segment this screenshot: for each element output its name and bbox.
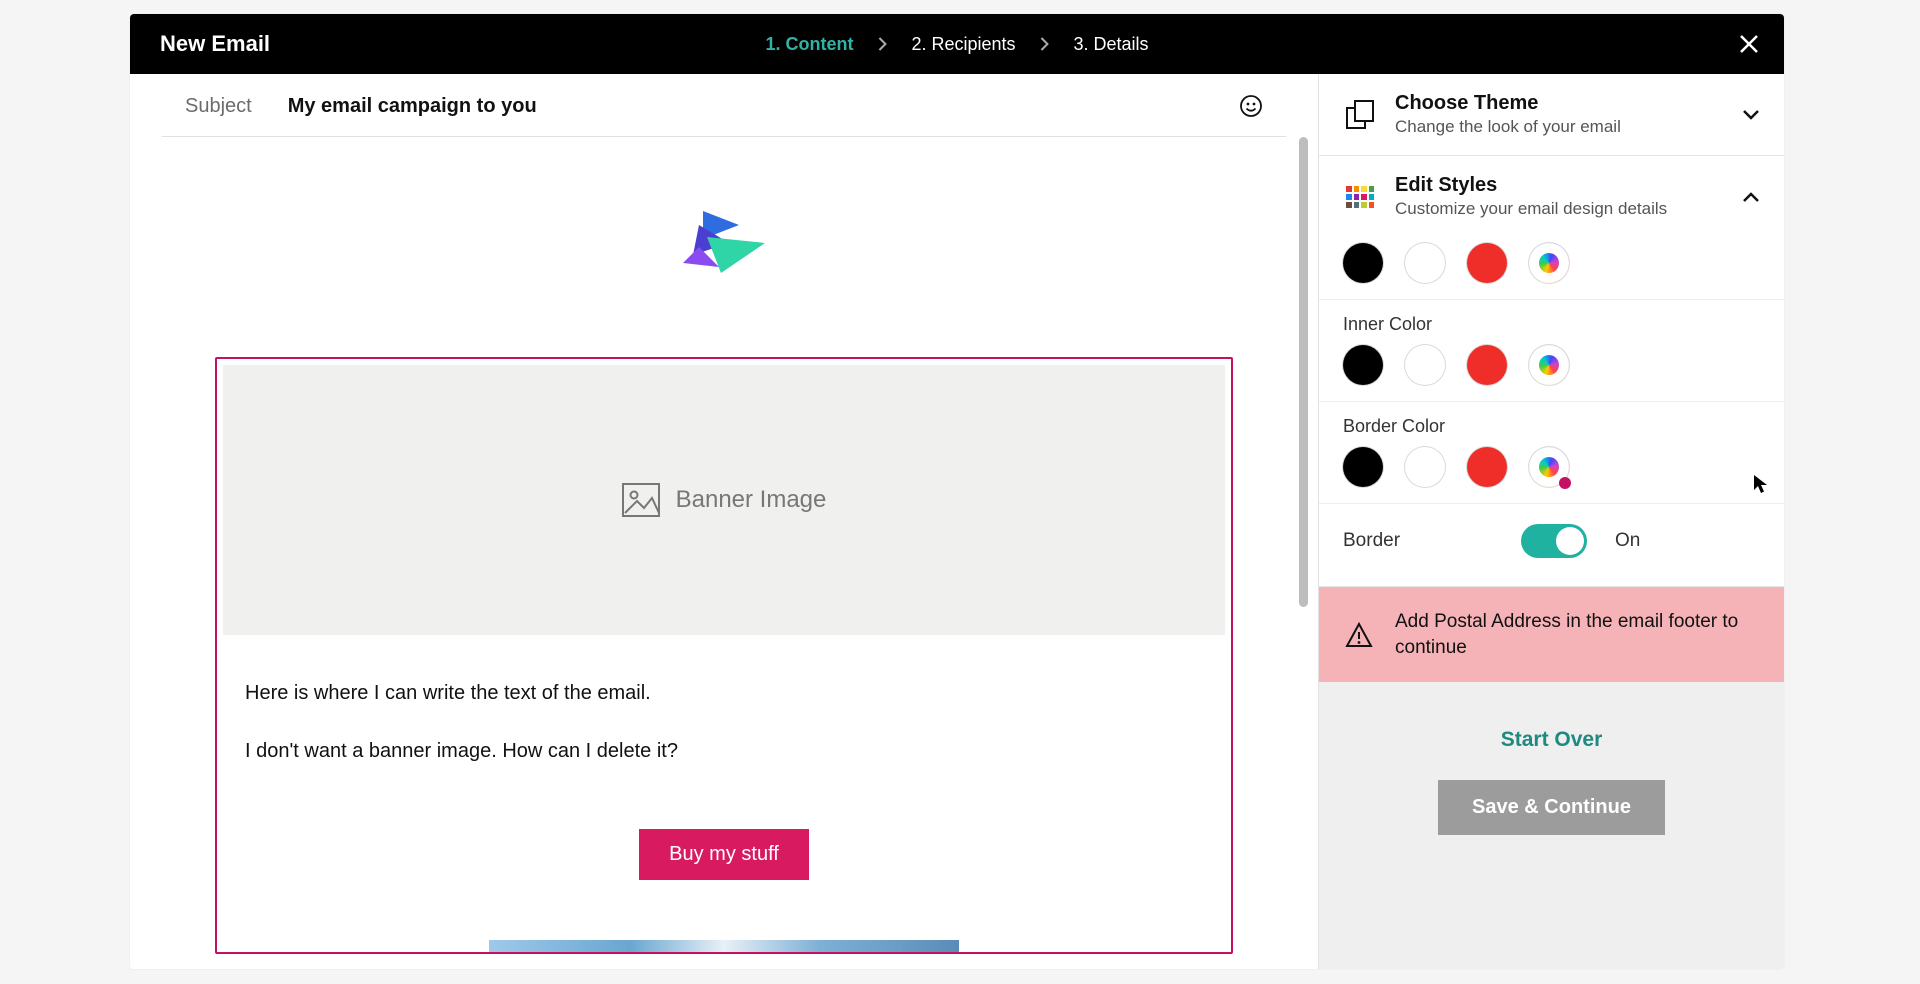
chevron-down-icon <box>1742 109 1760 121</box>
selected-indicator <box>1559 477 1571 489</box>
email-canvas-wrap: Banner Image Here is where I can write t… <box>130 137 1318 969</box>
swatch-custom[interactable] <box>1529 345 1569 385</box>
swatch-row <box>1343 243 1760 283</box>
edit-styles-panel: Edit Styles Customize your email design … <box>1319 156 1784 587</box>
email-paragraph[interactable]: I don't want a banner image. How can I d… <box>245 737 1203 765</box>
new-email-modal: New Email 1. Content 2. Recipients 3. De… <box>130 14 1784 969</box>
palette-grid-icon <box>1343 180 1377 214</box>
border-toggle-row: Border On <box>1319 504 1784 586</box>
bottom-image-strip[interactable] <box>489 940 959 952</box>
editor-column: Subject My email campaign to you <box>130 74 1318 969</box>
border-toggle[interactable] <box>1521 524 1587 558</box>
theme-icon <box>1343 98 1377 132</box>
swatch-red[interactable] <box>1467 243 1507 283</box>
save-continue-button[interactable]: Save & Continue <box>1438 780 1665 835</box>
inner-color-section: Inner Color <box>1319 300 1784 402</box>
alert-text: Add Postal Address in the email footer t… <box>1395 609 1758 660</box>
step-details[interactable]: 3. Details <box>1074 34 1149 55</box>
sidebar-actions: Start Over Save & Continue <box>1319 682 1784 875</box>
step-recipients[interactable]: 2. Recipients <box>911 34 1015 55</box>
titlebar: New Email 1. Content 2. Recipients 3. De… <box>130 14 1784 74</box>
chevron-right-icon <box>1040 37 1050 51</box>
banner-image-placeholder[interactable]: Banner Image <box>223 365 1225 635</box>
choose-theme-title: Choose Theme <box>1395 92 1724 115</box>
swatch-row <box>1343 447 1760 487</box>
close-button[interactable] <box>1738 33 1760 55</box>
email-paragraph[interactable]: Here is where I can write the text of th… <box>245 679 1203 707</box>
choose-theme-subtitle: Change the look of your email <box>1395 117 1724 137</box>
color-section-top <box>1319 237 1784 300</box>
email-body-text[interactable]: Here is where I can write the text of th… <box>217 641 1231 765</box>
chevron-up-icon <box>1742 191 1760 203</box>
email-canvas[interactable]: Banner Image Here is where I can write t… <box>130 137 1318 969</box>
swatch-row <box>1343 345 1760 385</box>
cta-button[interactable]: Buy my stuff <box>639 829 809 880</box>
edit-styles-body: Inner Color Border Color <box>1319 237 1784 586</box>
stepper: 1. Content 2. Recipients 3. Details <box>765 34 1148 55</box>
warning-icon <box>1345 621 1373 649</box>
border-color-label: Border Color <box>1343 416 1760 437</box>
postal-address-alert: Add Postal Address in the email footer t… <box>1319 587 1784 682</box>
edit-styles-title: Edit Styles <box>1395 174 1724 197</box>
cta-wrap: Buy my stuff <box>217 795 1231 940</box>
choose-theme-header[interactable]: Choose Theme Change the look of your ema… <box>1319 74 1784 155</box>
swatch-white[interactable] <box>1405 243 1445 283</box>
swatch-red[interactable] <box>1467 447 1507 487</box>
email-card[interactable]: Banner Image Here is where I can write t… <box>215 357 1233 954</box>
scrollbar[interactable] <box>1299 137 1308 607</box>
banner-image-label: Banner Image <box>676 486 827 514</box>
logo-image <box>215 197 1233 289</box>
choose-theme-panel: Choose Theme Change the look of your ema… <box>1319 74 1784 156</box>
border-color-section: Border Color <box>1319 402 1784 504</box>
swatch-custom[interactable] <box>1529 447 1569 487</box>
swatch-red[interactable] <box>1467 345 1507 385</box>
subject-label: Subject <box>185 95 252 118</box>
inner-color-label: Inner Color <box>1343 314 1760 335</box>
swatch-custom[interactable] <box>1529 243 1569 283</box>
modal-title: New Email <box>160 31 270 57</box>
swatch-white[interactable] <box>1405 447 1445 487</box>
sidebar: Choose Theme Change the look of your ema… <box>1318 74 1784 969</box>
chevron-right-icon <box>877 37 887 51</box>
start-over-button[interactable]: Start Over <box>1501 728 1603 752</box>
emoji-picker-button[interactable] <box>1239 94 1263 118</box>
modal-body: Subject My email campaign to you <box>130 74 1784 969</box>
border-label: Border <box>1343 530 1493 552</box>
step-content[interactable]: 1. Content <box>765 34 853 55</box>
swatch-white[interactable] <box>1405 345 1445 385</box>
subject-row: Subject My email campaign to you <box>130 74 1318 136</box>
subject-input[interactable]: My email campaign to you <box>288 95 1203 118</box>
border-toggle-state: On <box>1615 530 1640 552</box>
image-icon <box>622 483 660 517</box>
swatch-black[interactable] <box>1343 345 1383 385</box>
swatch-black[interactable] <box>1343 447 1383 487</box>
edit-styles-header[interactable]: Edit Styles Customize your email design … <box>1319 156 1784 237</box>
swatch-black[interactable] <box>1343 243 1383 283</box>
edit-styles-subtitle: Customize your email design details <box>1395 199 1724 219</box>
